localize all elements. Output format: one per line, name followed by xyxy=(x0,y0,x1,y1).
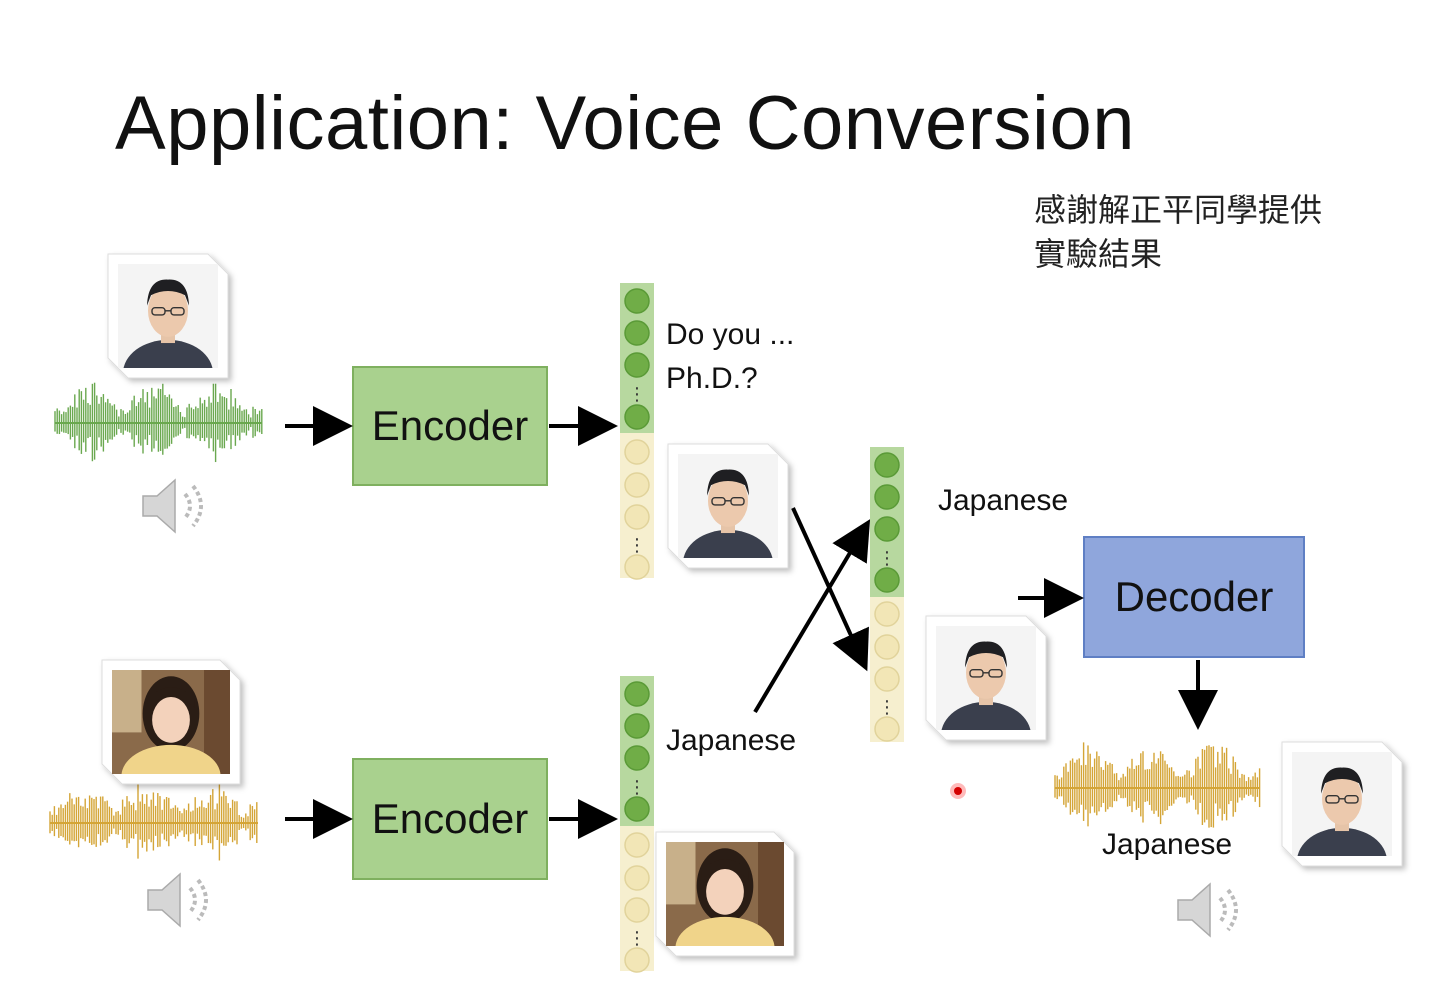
male-face-icon xyxy=(667,443,789,569)
male-face-icon xyxy=(1281,741,1403,867)
svg-text:⋮: ⋮ xyxy=(628,777,646,798)
slide: Application: Voice Conversion 感謝解正平同學提供 … xyxy=(0,0,1450,996)
waveform-icon-input-female xyxy=(49,779,258,861)
diagram-graphics: ⋮ ⋮ ⋮ ⋮ ⋮ ⋮ xyxy=(49,253,1403,973)
male-face-icon xyxy=(925,615,1047,741)
speaker-icon xyxy=(147,872,208,928)
male-face-icon xyxy=(107,253,229,379)
vector-top: ⋮ ⋮ xyxy=(620,283,654,580)
waveform-icon-output xyxy=(1054,742,1261,828)
speaker-icon xyxy=(142,478,203,534)
vector-bottom: ⋮ ⋮ xyxy=(620,676,654,973)
svg-text:⋮: ⋮ xyxy=(628,384,646,405)
pointer-dot xyxy=(954,787,962,795)
svg-text:⋮: ⋮ xyxy=(878,548,896,569)
waveform-icon-input-male xyxy=(54,382,263,463)
female-face-icon xyxy=(655,831,795,957)
svg-text:⋮: ⋮ xyxy=(628,535,646,556)
svg-text:⋮: ⋮ xyxy=(878,697,896,718)
vector-mixed: ⋮ ⋮ xyxy=(870,447,904,742)
speaker-icon xyxy=(1177,882,1238,938)
svg-text:⋮: ⋮ xyxy=(628,928,646,949)
